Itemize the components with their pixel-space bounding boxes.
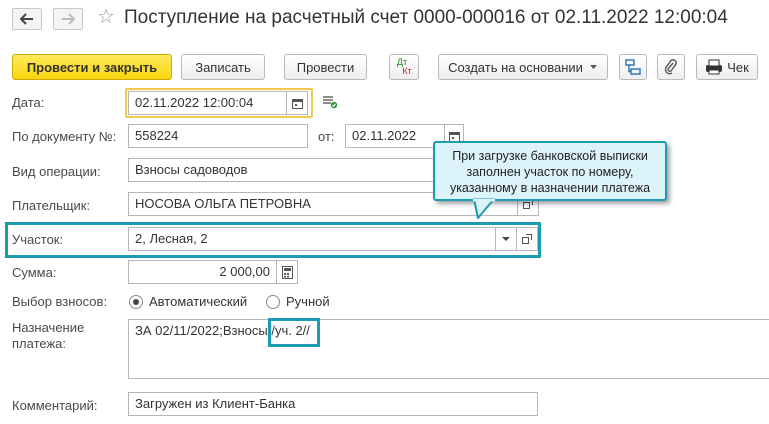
open-link-icon: [522, 234, 532, 244]
create-based-label: Создать на основании: [448, 59, 583, 75]
amount-label: Сумма:: [12, 265, 57, 280]
save-button[interactable]: Записать: [181, 54, 265, 80]
from-label: от:: [318, 129, 335, 144]
forward-button[interactable]: [53, 8, 83, 30]
from-date-input[interactable]: 02.11.2022: [345, 124, 445, 148]
kt-label: Кт: [402, 66, 412, 76]
structure-button[interactable]: [619, 54, 647, 80]
from-date-value: 02.11.2022: [352, 128, 417, 143]
hierarchy-icon: [625, 59, 641, 75]
callout-tooltip: При загрузке банковской выписки заполнен…: [433, 141, 667, 201]
callout-line-3: указанному в назначении платежа: [449, 181, 651, 195]
callout-pointer: [473, 198, 495, 219]
arrow-right-icon: [62, 13, 75, 25]
star-icon[interactable]: ☆: [97, 6, 115, 28]
plot-label: Участок:: [12, 232, 64, 247]
plot-value: 2, Лесная, 2: [135, 231, 208, 246]
comment-value: Загружен из Клиент-Банка: [135, 396, 296, 411]
dt-kt-button[interactable]: Дт Кт: [389, 54, 419, 80]
callout-line-1: При загрузке банковской выписки: [452, 149, 648, 163]
create-based-on-button[interactable]: Создать на основании: [438, 54, 608, 80]
date-label: Дата:: [12, 95, 45, 110]
calendar-icon: [291, 98, 303, 109]
check-button[interactable]: Чек: [696, 54, 758, 80]
choice-manual-label[interactable]: Ручной: [286, 294, 330, 309]
operation-value: Взносы садоводов: [135, 162, 248, 177]
calculator-button[interactable]: [276, 260, 298, 284]
choice-manual-radio[interactable]: [266, 295, 280, 309]
document-list-icon[interactable]: [322, 95, 338, 112]
operation-select[interactable]: Взносы садоводов: [128, 158, 440, 182]
purpose-label-line2: платежа:: [12, 336, 66, 351]
doc-number-label: По документу №:: [12, 129, 117, 144]
date-value: 02.11.2022 12:00:04: [135, 95, 254, 110]
post-and-close-button[interactable]: Провести и закрыть: [12, 54, 172, 80]
operation-label: Вид операции:: [12, 164, 101, 179]
comment-label: Комментарий:: [12, 398, 98, 413]
purpose-plot-highlight: [268, 318, 320, 347]
choice-label: Выбор взносов:: [12, 294, 108, 309]
chevron-down-icon: [589, 65, 597, 69]
post-button[interactable]: Провести: [284, 54, 367, 80]
amount-value: 2 000,00: [219, 264, 270, 279]
choice-auto-label[interactable]: Автоматический: [149, 294, 247, 309]
chevron-down-icon: [502, 236, 510, 241]
callout-line-2: заполнен участок по номеру,: [466, 165, 634, 179]
plot-select[interactable]: 2, Лесная, 2: [128, 227, 496, 251]
paperclip-icon: [664, 59, 677, 75]
comment-input[interactable]: Загружен из Клиент-Банка: [128, 392, 538, 416]
purpose-textarea[interactable]: ЗА 02/11/2022;Взносы//уч. 2//: [128, 319, 769, 379]
plot-dropdown-button[interactable]: [495, 227, 517, 251]
check-label: Чек: [727, 59, 749, 75]
back-button[interactable]: [12, 8, 42, 30]
attach-button[interactable]: [657, 54, 685, 80]
purpose-label-line1: Назначение: [12, 320, 85, 335]
date-input[interactable]: 02.11.2022 12:00:04: [128, 91, 287, 115]
plot-open-button[interactable]: [516, 227, 538, 251]
choice-auto-radio[interactable]: [129, 295, 143, 309]
arrow-left-icon: [20, 13, 33, 25]
printer-icon: [706, 59, 723, 75]
date-calendar-button[interactable]: [286, 91, 308, 115]
amount-input[interactable]: 2 000,00: [128, 260, 277, 284]
calendar-icon: [448, 131, 460, 142]
doc-number-value: 558224: [135, 128, 179, 143]
doc-number-input[interactable]: 558224: [128, 124, 308, 148]
payer-label: Плательщик:: [12, 198, 91, 213]
purpose-value: ЗА 02/11/2022;Взносы//уч. 2//: [135, 323, 310, 338]
page-title: Поступление на расчетный счет 0000-00001…: [124, 7, 728, 28]
calculator-icon: [281, 265, 293, 279]
